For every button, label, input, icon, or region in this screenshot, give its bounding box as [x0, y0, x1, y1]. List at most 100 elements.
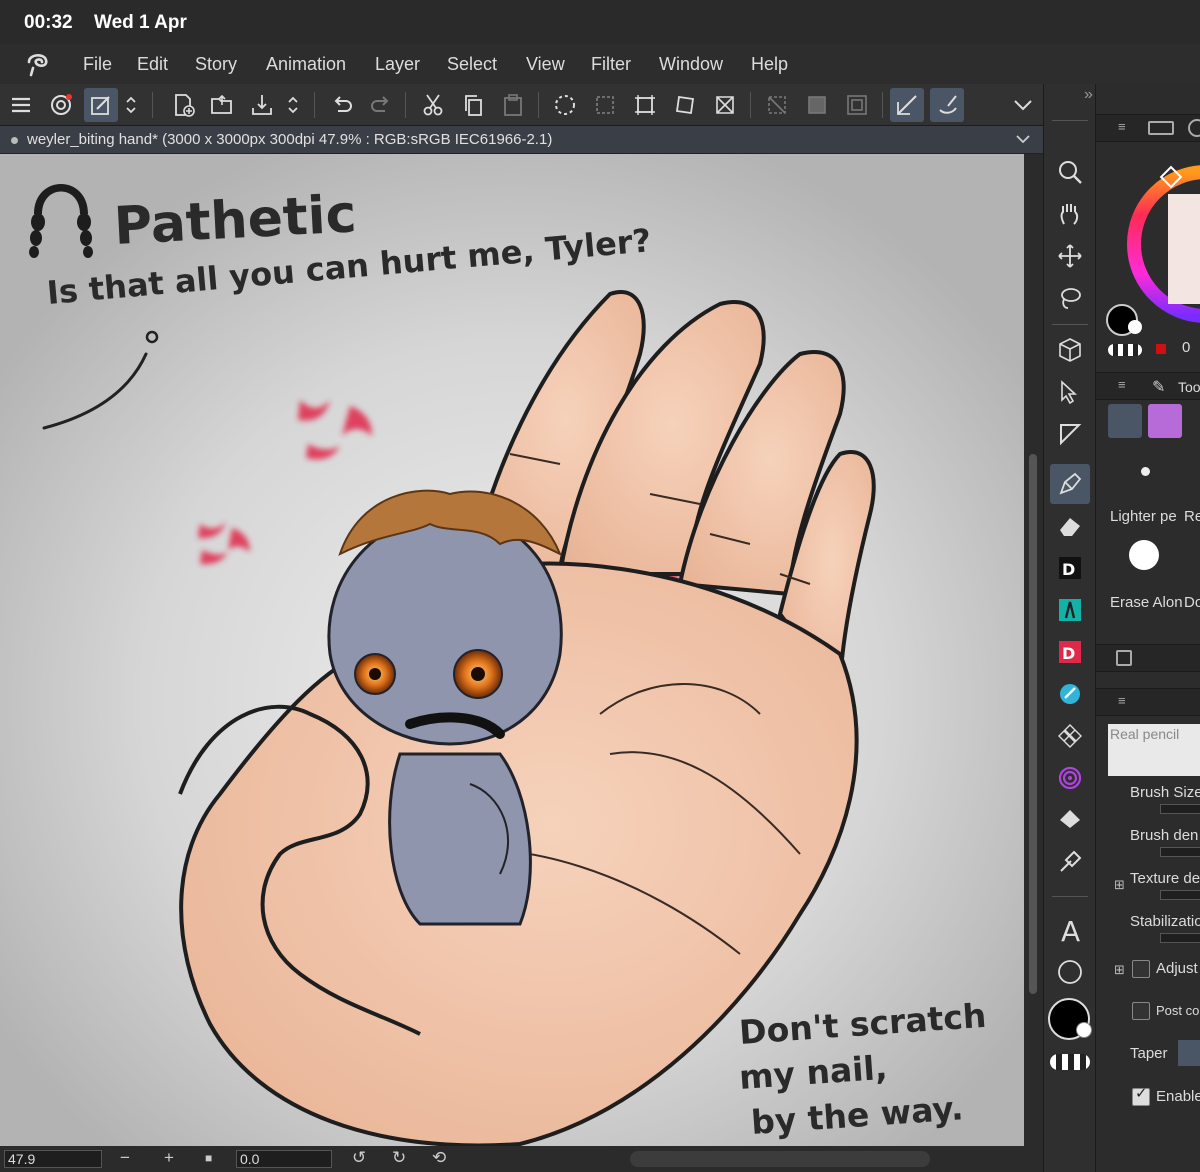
free-transform-icon[interactable] [668, 88, 702, 122]
spiral-tool-icon[interactable] [1050, 758, 1090, 798]
pattern-tool-icon[interactable] [1050, 716, 1090, 756]
panel-sub-color[interactable] [1128, 320, 1142, 334]
subtool-do[interactable]: Do [1184, 594, 1200, 611]
eyedropper-tool-icon[interactable] [1050, 842, 1090, 882]
transform-icon[interactable] [628, 88, 662, 122]
menu-select[interactable]: Select [447, 54, 497, 75]
paste-icon[interactable] [496, 88, 530, 122]
cut-icon[interactable] [416, 88, 450, 122]
expand-updown-icon[interactable] [120, 88, 142, 122]
menu-animation[interactable]: Animation [266, 54, 346, 75]
eraser-tool-icon[interactable] [1050, 506, 1090, 546]
zoom-field[interactable]: 47.9 [4, 1150, 102, 1168]
texture-slider[interactable] [1160, 890, 1200, 900]
panel-menu-icon-3[interactable]: ≡ [1118, 693, 1126, 708]
menu-window[interactable]: Window [659, 54, 723, 75]
tab-chevron-down-icon[interactable] [1013, 129, 1033, 149]
toolbar-collapse-chevron-icon[interactable] [1006, 88, 1040, 122]
drawing-canvas[interactable]: Pathetic Is that all you can hurt me, Ty… [0, 154, 1024, 1146]
redo-icon[interactable] [364, 88, 398, 122]
new-file-icon[interactable] [166, 88, 200, 122]
pen-tool-icon[interactable] [1050, 464, 1090, 504]
subtool-real-pencil[interactable]: Re [1184, 508, 1200, 525]
invert-selection-icon[interactable] [840, 88, 874, 122]
3d-object-tool-icon[interactable] [1050, 330, 1090, 370]
reset-zoom-icon[interactable]: ■ [205, 1151, 212, 1165]
adjust-checkbox[interactable] [1132, 960, 1150, 978]
select-all-icon[interactable] [548, 88, 582, 122]
subtool-erase-along[interactable]: Erase Alon [1110, 594, 1183, 611]
blend-tool-icon[interactable] [1050, 674, 1090, 714]
expand-updown-icon-2[interactable] [282, 88, 304, 122]
expand-texture-icon[interactable]: ⊞ [1114, 877, 1125, 893]
color-history-icon[interactable] [1148, 121, 1174, 135]
red-decoration-brush-icon[interactable]: D [1050, 632, 1090, 672]
undo-icon[interactable] [325, 88, 359, 122]
color-set-icon[interactable] [1188, 119, 1200, 137]
menu-edit[interactable]: Edit [137, 54, 168, 75]
mesh-transform-icon[interactable] [708, 88, 742, 122]
document-tab[interactable]: weyler_biting hand* (3000 x 3000px 300dp… [0, 126, 1043, 154]
transparent-color-toggle[interactable] [1050, 1054, 1090, 1070]
menu-file[interactable]: File [83, 54, 112, 75]
figure-tool-icon[interactable] [1050, 952, 1090, 992]
hand-tool-icon[interactable] [1050, 194, 1090, 234]
fill-selection-icon[interactable] [800, 88, 834, 122]
menu-layer[interactable]: Layer [375, 54, 420, 75]
snap-ruler-icon[interactable] [890, 88, 924, 122]
panel-menu-icon-2[interactable]: ≡ [1118, 377, 1126, 392]
sub-color-swatch[interactable] [1076, 1022, 1092, 1038]
stabilization-slider[interactable] [1160, 933, 1200, 943]
prop-brush-size: Brush Size [1130, 784, 1200, 801]
decoration-brush-icon[interactable]: D [1050, 548, 1090, 588]
move-tool-icon[interactable] [1050, 236, 1090, 276]
tool-strip: » D D A [1043, 84, 1095, 1172]
rotate-left-icon[interactable]: ↺ [352, 1148, 366, 1168]
canvas-scroll-thumb[interactable] [1029, 454, 1037, 994]
hamburger-menu-icon[interactable] [4, 88, 38, 122]
canvas-horizontal-scrollbar[interactable] [630, 1151, 930, 1167]
menu-help[interactable]: Help [751, 54, 788, 75]
fill-tool-icon[interactable] [1050, 800, 1090, 840]
panel-menu-icon[interactable]: ≡ [1118, 119, 1126, 134]
snap-brush-icon[interactable] [930, 88, 964, 122]
expand-adjust-icon[interactable]: ⊞ [1114, 962, 1125, 978]
rotation-field[interactable]: 0.0 [236, 1150, 332, 1168]
zoom-out-icon[interactable]: − [120, 1148, 130, 1168]
canvas-vertical-scrollbar[interactable] [1024, 154, 1043, 1146]
clear-outside-icon[interactable] [760, 88, 794, 122]
operation-tool-icon[interactable] [1050, 372, 1090, 412]
menu-view[interactable]: View [526, 54, 565, 75]
save-icon[interactable] [245, 88, 279, 122]
marker-brush-icon[interactable] [1050, 590, 1090, 630]
brush-size-slider[interactable] [1160, 804, 1200, 814]
check-icon: ✓ [1135, 1085, 1148, 1102]
zoom-tool-icon[interactable] [1050, 152, 1090, 192]
panel-expand-icon[interactable]: » [1084, 86, 1093, 104]
subtool-tab-label[interactable]: Too [1178, 379, 1200, 395]
copy-icon[interactable] [456, 88, 490, 122]
zoom-in-icon[interactable]: + [164, 1148, 174, 1168]
pencil-group-icon[interactable] [1148, 404, 1182, 438]
ruler-tool-icon[interactable] [1050, 414, 1090, 454]
panel-transparent-toggle[interactable] [1108, 344, 1142, 356]
subtool-lighter-pencil[interactable]: Lighter pe [1110, 508, 1177, 525]
open-folder-icon[interactable] [205, 88, 239, 122]
lasso-tool-icon[interactable] [1050, 278, 1090, 318]
rotate-right-icon[interactable]: ↻ [392, 1148, 406, 1168]
menu-filter[interactable]: Filter [591, 54, 631, 75]
reset-rotation-icon[interactable]: ⟲ [432, 1148, 446, 1168]
edit-modify-icon[interactable] [84, 88, 118, 122]
post-correction-checkbox[interactable] [1132, 1002, 1150, 1020]
brush-density-slider[interactable] [1160, 847, 1200, 857]
pen-group-icon[interactable] [1108, 404, 1142, 438]
deselect-icon[interactable] [588, 88, 622, 122]
app-logo-icon[interactable] [24, 50, 52, 78]
companion-mode-icon[interactable] [44, 88, 78, 122]
tab-modified-dot [11, 137, 18, 144]
checkbox-list-icon[interactable] [1116, 650, 1132, 666]
menu-story[interactable]: Story [195, 54, 237, 75]
taper-button[interactable] [1178, 1040, 1200, 1066]
status-bar: 00:32 Wed 1 Apr [0, 0, 1200, 44]
text-tool-icon[interactable]: A [1050, 910, 1090, 950]
